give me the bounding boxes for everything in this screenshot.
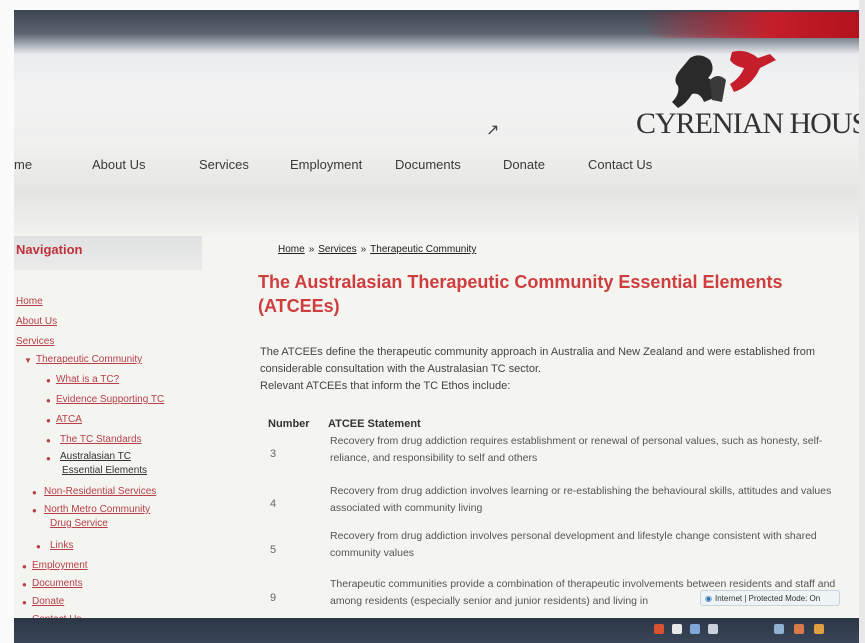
sidebar-link-essential-elements[interactable]: Essential Elements: [62, 465, 147, 476]
bullet-icon: ●: [22, 598, 27, 607]
sidebar-link-drug-service[interactable]: Drug Service: [50, 518, 108, 529]
sidebar-link-links[interactable]: Links: [50, 540, 73, 551]
tray-power-icon[interactable]: [814, 624, 824, 634]
taskbar: [14, 618, 859, 643]
bullet-icon: ●: [46, 454, 51, 463]
sidebar-link-australasian-tc[interactable]: Australasian TC: [60, 451, 131, 462]
sidebar-link-home[interactable]: Home: [16, 296, 43, 307]
sidebar-link-donate[interactable]: Donate: [32, 596, 64, 607]
nav-contact-us[interactable]: Contact Us: [588, 157, 652, 172]
table-header-statement: ATCEE Statement: [328, 418, 421, 430]
nav-services[interactable]: Services: [199, 157, 249, 172]
sidebar-link-employment[interactable]: Employment: [32, 560, 88, 571]
intro-paragraph: The ATCEEs define the therapeutic commun…: [260, 346, 815, 375]
breadcrumb-current[interactable]: Therapeutic Community: [370, 244, 476, 255]
breadcrumb-separator: »: [360, 244, 367, 255]
globe-icon: ◉: [705, 594, 712, 603]
table-header-number: Number: [268, 418, 310, 430]
bullet-icon: ●: [46, 376, 51, 385]
cursor-icon: ↗: [486, 122, 500, 139]
bullet-icon: ●: [22, 562, 27, 571]
security-zone-text: Internet | Protected Mode: On: [714, 594, 821, 603]
nav-home[interactable]: me: [14, 157, 32, 172]
expanded-triangle-icon: ▼: [24, 356, 32, 365]
tray-volume-icon[interactable]: [774, 624, 784, 634]
table-row-number: 9: [270, 592, 277, 604]
screen-bezel-right: [859, 0, 865, 643]
sidebar-link-therapeutic-community[interactable]: Therapeutic Community: [36, 354, 142, 365]
tray-app-icon[interactable]: [654, 624, 664, 634]
table-row-statement: Recovery from drug addiction involves le…: [330, 485, 832, 514]
bullet-icon: ●: [36, 542, 41, 551]
breadcrumb-separator: »: [308, 244, 315, 255]
sub-header-band: [14, 190, 859, 235]
bullet-icon: ●: [32, 506, 37, 515]
intro-text: The ATCEEs define the therapeutic commun…: [260, 344, 845, 395]
sidebar-title: Navigation: [16, 242, 83, 257]
nav-documents[interactable]: Documents: [395, 157, 461, 172]
sidebar-link-evidence-supporting-tc[interactable]: Evidence Supporting TC: [56, 394, 164, 405]
nav-about-us[interactable]: About Us: [92, 157, 145, 172]
sidebar-link-north-metro[interactable]: North Metro Community: [44, 504, 150, 515]
breadcrumb-services[interactable]: Services: [318, 244, 356, 255]
sidebar-link-documents[interactable]: Documents: [32, 578, 83, 589]
table-row-number: 4: [270, 498, 277, 510]
breadcrumb-home[interactable]: Home: [278, 244, 305, 255]
page-title: The Australasian Therapeutic Community E…: [258, 272, 783, 316]
screen-bezel-top: [0, 0, 865, 10]
bullet-icon: ●: [32, 488, 37, 497]
tray-shield-icon[interactable]: [708, 624, 718, 634]
sidebar-link-what-is-a-tc[interactable]: What is a TC?: [56, 374, 119, 385]
sidebar-header: Navigation: [14, 236, 202, 270]
bullet-icon: ●: [22, 580, 27, 589]
sidebar-link-atca[interactable]: ATCA: [56, 414, 82, 425]
nav-employment[interactable]: Employment: [290, 157, 362, 172]
tray-update-icon[interactable]: [794, 624, 804, 634]
intro-lead: Relevant ATCEEs that inform the TC Ethos…: [260, 380, 511, 392]
sidebar-link-services[interactable]: Services: [16, 336, 54, 347]
tray-flag-icon[interactable]: [672, 624, 682, 634]
main-nav: me About Us Services Employment Document…: [14, 140, 859, 191]
sidebar-link-tc-standards[interactable]: The TC Standards: [60, 434, 142, 445]
security-zone-indicator[interactable]: ◉ Internet | Protected Mode: On: [700, 590, 840, 606]
sidebar-link-non-residential-services[interactable]: Non-Residential Services: [44, 486, 156, 497]
bullet-icon: ●: [46, 436, 51, 445]
screen-bezel-left: [0, 0, 14, 643]
breadcrumb: Home» Services» Therapeutic Community: [278, 244, 476, 255]
sidebar-link-about-us[interactable]: About Us: [16, 316, 57, 327]
table-row-number: 3: [270, 448, 277, 460]
table-row-statement: Recovery from drug addiction requires es…: [330, 435, 823, 464]
tray-network-icon[interactable]: [690, 624, 700, 634]
table-row-number: 5: [270, 544, 277, 556]
bullet-icon: ●: [46, 416, 51, 425]
table-row-statement: Recovery from drug addiction involves pe…: [330, 530, 817, 559]
logo-wordmark: CYRENIAN HOUSE: [636, 107, 865, 140]
nav-donate[interactable]: Donate: [503, 157, 545, 172]
header-swoosh: [639, 12, 859, 38]
bullet-icon: ●: [46, 396, 51, 405]
